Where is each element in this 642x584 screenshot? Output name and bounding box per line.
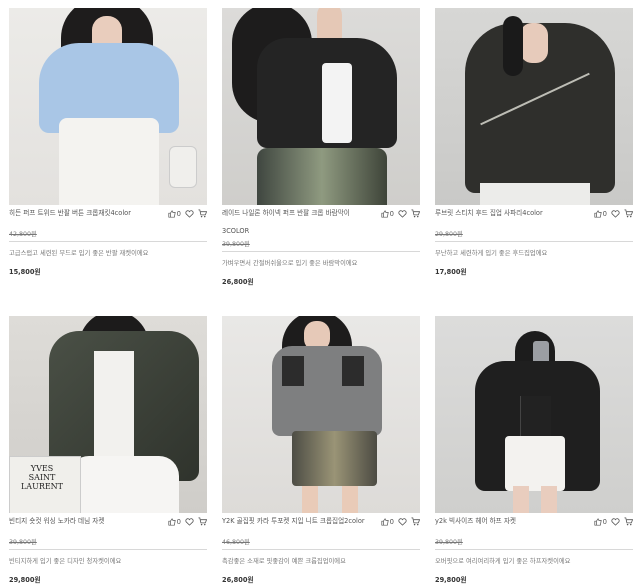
heart-icon[interactable]	[185, 209, 194, 218]
product-card[interactable]: 루브릿 스티치 후드 집업 사파리4color 0 29,800원 무난하고 세…	[435, 8, 633, 276]
like-count: 0	[176, 517, 181, 526]
product-name[interactable]: y2k 빅사이즈 헤어 하프 자켓	[435, 517, 585, 525]
product-description: 고급스럽고 세련된 무드로 입기 좋은 반팔 재켓이에요	[9, 250, 149, 257]
thumbs-up-icon[interactable]: 0	[168, 518, 181, 526]
thumbs-up-icon[interactable]: 0	[168, 210, 181, 218]
heart-icon[interactable]	[398, 209, 407, 218]
heart-icon[interactable]	[185, 517, 194, 526]
thumbs-up-icon[interactable]: 0	[594, 518, 607, 526]
like-count: 0	[176, 209, 181, 218]
like-count: 0	[389, 517, 394, 526]
like-count: 0	[602, 517, 607, 526]
heart-icon[interactable]	[611, 209, 620, 218]
product-card[interactable]: 히든 퍼프 트위드 반팔 버튼 크롭재킷4color 0 42,800원 고급스…	[9, 8, 207, 276]
product-card[interactable]: y2k 빅사이즈 헤어 하프 자켓 0 39,800원 오버핏으로 여리여리하게…	[435, 316, 633, 584]
product-image[interactable]	[435, 8, 633, 205]
product-image[interactable]	[435, 316, 633, 513]
product-description: 촉감좋은 소재로 핏좋감이 예쁜 크롭집업이에요	[222, 558, 346, 565]
product-description: 빈티지하게 입기 좋은 디자인 청자켓이에요	[9, 558, 122, 565]
product-card[interactable]: 레이드 나일론 하이넥 퍼프 반팔 크롭 바람막이 0 3COLOR 39,80…	[222, 8, 420, 286]
sale-price: 29,800원	[435, 576, 467, 584]
sale-price: 26,800원	[222, 278, 254, 286]
product-image[interactable]: YVES SAINT LAURENT	[9, 316, 207, 513]
original-price: 46,800원	[222, 537, 420, 550]
heart-icon[interactable]	[398, 517, 407, 526]
thumbs-up-icon[interactable]: 0	[381, 518, 394, 526]
thumbs-up-icon[interactable]: 0	[381, 210, 394, 218]
like-count: 0	[602, 209, 607, 218]
original-price: 29,800원	[435, 229, 633, 242]
product-image[interactable]	[9, 8, 207, 205]
product-name[interactable]: 히든 퍼프 트위드 반팔 버튼 크롭재킷4color	[9, 209, 159, 217]
product-description: 오버핏으로 여리여리하게 입기 좋은 하프자켓이에요	[435, 558, 571, 565]
cart-icon[interactable]	[411, 517, 420, 526]
product-image[interactable]	[222, 316, 420, 513]
cart-icon[interactable]	[198, 517, 207, 526]
product-name[interactable]: 레이드 나일론 하이넥 퍼프 반팔 크롭 바람막이	[222, 209, 372, 217]
product-name[interactable]: 빈티지 숏컷 워싱 노카라 데님 자켓	[9, 517, 159, 525]
original-price: 39,800원	[222, 239, 420, 252]
sale-price: 26,800원	[222, 576, 254, 584]
product-subname: 3COLOR	[222, 227, 250, 235]
product-card[interactable]: YVES SAINT LAURENT 빈티지 숏컷 워싱 노카라 데님 자켓 0 3…	[9, 316, 207, 584]
product-name[interactable]: Y2K 골집핏 카라 투포켓 지입 니트 크롭집업2color	[222, 517, 372, 525]
cart-icon[interactable]	[624, 209, 633, 218]
product-card[interactable]: Y2K 골집핏 카라 투포켓 지입 니트 크롭집업2color 0 46,800…	[222, 316, 420, 584]
cart-icon[interactable]	[411, 209, 420, 218]
sale-price: 17,800원	[435, 268, 467, 276]
cart-icon[interactable]	[198, 209, 207, 218]
original-price: 39,800원	[9, 537, 207, 550]
sale-price: 29,800원	[9, 576, 41, 584]
sale-price: 15,800원	[9, 268, 41, 276]
product-description: 가벼우면서 간절버쉬울으로 입기 좋은 바람막이에요	[222, 260, 358, 267]
product-image[interactable]	[222, 8, 420, 205]
original-price: 42,800원	[9, 229, 207, 242]
product-name[interactable]: 루브릿 스티치 후드 집업 사파리4color	[435, 209, 585, 217]
original-price: 39,800원	[435, 537, 633, 550]
product-description: 무난하고 세련하게 입기 좋은 후드집업에요	[435, 250, 548, 257]
thumbs-up-icon[interactable]: 0	[594, 210, 607, 218]
heart-icon[interactable]	[611, 517, 620, 526]
like-count: 0	[389, 209, 394, 218]
cart-icon[interactable]	[624, 517, 633, 526]
